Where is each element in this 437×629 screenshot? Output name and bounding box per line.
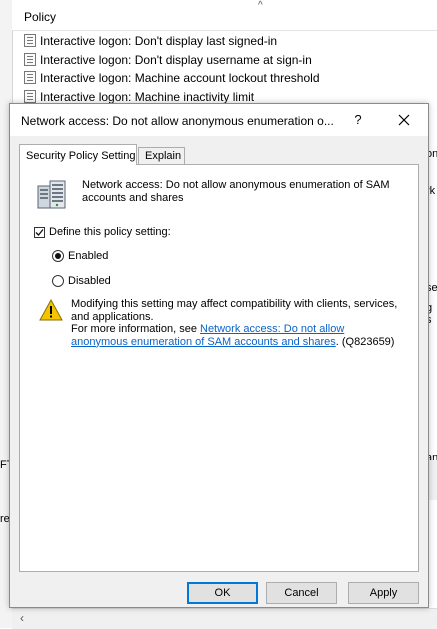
list-item-label: Interactive logon: Don't display usernam… bbox=[40, 52, 312, 67]
dialog-titlebar[interactable]: Network access: Do not allow anonymous e… bbox=[10, 104, 428, 136]
warning-text: Modifying this setting may affect compat… bbox=[71, 298, 398, 323]
enabled-radio[interactable] bbox=[52, 250, 64, 262]
list-item-label: Interactive logon: Machine inactivity li… bbox=[40, 89, 255, 104]
enabled-radio-row[interactable]: Enabled bbox=[52, 250, 108, 262]
tab-panel: Network access: Do not allow anonymous e… bbox=[19, 164, 419, 572]
policy-icon bbox=[24, 71, 36, 84]
tab-security-policy-setting[interactable]: Security Policy Setting bbox=[19, 144, 137, 165]
list-item[interactable]: Interactive logon: Don't display usernam… bbox=[24, 50, 312, 69]
dialog-title: Network access: Do not allow anonymous e… bbox=[21, 114, 334, 128]
server-policy-icon bbox=[37, 180, 66, 209]
cancel-button[interactable]: Cancel bbox=[266, 582, 337, 604]
disabled-radio-row[interactable]: Disabled bbox=[52, 275, 111, 287]
scroll-left-icon[interactable]: ‹ bbox=[20, 611, 24, 625]
policy-name-label: Network access: Do not allow anonymous e… bbox=[82, 179, 390, 204]
tab-explain[interactable]: Explain bbox=[138, 147, 185, 165]
ok-button[interactable]: OK bbox=[187, 582, 258, 604]
sort-arrow-icon: ^ bbox=[258, 0, 263, 11]
warning-icon bbox=[39, 299, 63, 321]
more-info-prefix: For more information, see bbox=[71, 323, 200, 335]
warning-message: Modifying this setting may affect compat… bbox=[71, 298, 401, 348]
policy-icon bbox=[24, 34, 36, 47]
disabled-label: Disabled bbox=[68, 275, 111, 287]
close-button[interactable] bbox=[392, 108, 416, 132]
disabled-radio[interactable] bbox=[52, 275, 64, 287]
apply-button[interactable]: Apply bbox=[348, 582, 419, 604]
close-icon bbox=[398, 114, 410, 126]
policy-icon bbox=[24, 53, 36, 66]
more-info-suffix: . (Q823659) bbox=[335, 335, 395, 348]
list-item-label: Interactive logon: Don't display last si… bbox=[40, 33, 278, 48]
list-header[interactable]: Policy ^ bbox=[12, 0, 437, 31]
more-info-line: For more information, see Network access… bbox=[71, 323, 401, 348]
policy-properties-dialog: Network access: Do not allow anonymous e… bbox=[9, 103, 429, 608]
policy-icon bbox=[24, 90, 36, 103]
policy-column-header[interactable]: Policy bbox=[24, 10, 56, 24]
define-policy-checkbox-row[interactable]: Define this policy setting: bbox=[34, 226, 171, 238]
checkmark-icon bbox=[35, 228, 44, 236]
define-policy-checkbox[interactable] bbox=[34, 226, 45, 238]
list-item[interactable]: Interactive logon: Machine account locko… bbox=[24, 68, 320, 87]
define-policy-label: Define this policy setting: bbox=[49, 226, 171, 238]
help-button[interactable]: ? bbox=[346, 108, 370, 132]
list-item[interactable]: Interactive logon: Don't display last si… bbox=[24, 31, 277, 50]
horizontal-scrollbar[interactable]: ‹ bbox=[12, 608, 437, 629]
enabled-label: Enabled bbox=[68, 250, 109, 262]
list-item-label: Interactive logon: Machine account locko… bbox=[40, 70, 320, 85]
